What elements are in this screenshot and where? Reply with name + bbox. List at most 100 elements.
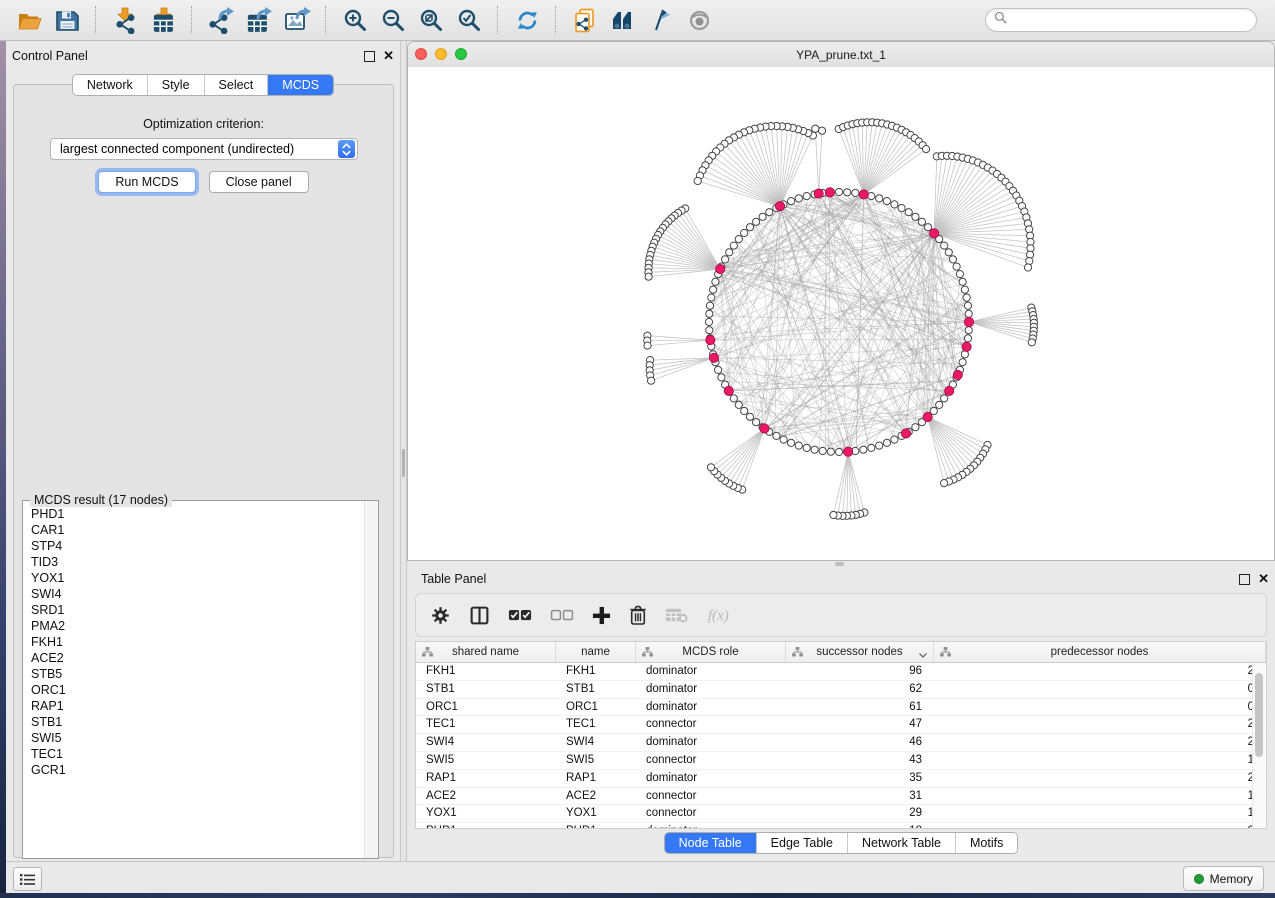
mcds-hub-node[interactable]: [859, 190, 868, 199]
table-cell[interactable]: 1: [934, 805, 1266, 822]
tab-style[interactable]: Style: [147, 75, 204, 95]
add-icon[interactable]: [592, 602, 611, 628]
gear-icon[interactable]: [430, 602, 451, 628]
table-cell[interactable]: SWI5: [416, 752, 556, 769]
table-cell[interactable]: 1: [934, 752, 1266, 769]
mcds-result-item[interactable]: TEC1: [31, 746, 364, 762]
new-network-snapshot-icon[interactable]: [566, 3, 604, 37]
show-all-icon[interactable]: [680, 3, 718, 37]
tab-mcds[interactable]: MCDS: [267, 75, 333, 95]
network-graph[interactable]: [408, 67, 1274, 561]
column-header-shared-name[interactable]: shared name: [416, 642, 556, 662]
table-cell[interactable]: 0: [934, 823, 1266, 829]
table-cell[interactable]: 35: [786, 770, 934, 787]
table-row[interactable]: YOX1YOX1connector291: [416, 805, 1266, 823]
table-cell[interactable]: PHD1: [416, 823, 556, 829]
export-table-icon[interactable]: [240, 3, 278, 37]
tab-select[interactable]: Select: [204, 75, 268, 95]
table-cell[interactable]: YOX1: [416, 805, 556, 822]
optimization-criterion-select[interactable]: largest connected component (undirected): [50, 138, 358, 160]
mcds-hub-node[interactable]: [775, 202, 784, 211]
table-cell[interactable]: ORC1: [556, 699, 636, 716]
mcds-hub-node[interactable]: [962, 342, 971, 351]
mcds-result-item[interactable]: GCR1: [31, 762, 364, 778]
mcds-result-scrollbar[interactable]: [364, 501, 378, 858]
folder-open-icon[interactable]: [10, 3, 48, 37]
table-cell[interactable]: TEC1: [416, 716, 556, 733]
table-row[interactable]: STB1STB1dominator620: [416, 681, 1266, 699]
table-cell[interactable]: SWI4: [416, 734, 556, 751]
save-icon[interactable]: [48, 3, 86, 37]
table-cell[interactable]: 96: [786, 663, 934, 680]
table-cell[interactable]: 0: [934, 699, 1266, 716]
column-header-successor-nodes[interactable]: successor nodes: [786, 642, 934, 662]
column-header-predecessor-nodes[interactable]: predecessor nodes: [934, 642, 1266, 662]
table-cell[interactable]: SWI4: [556, 734, 636, 751]
table-cell[interactable]: 2: [934, 663, 1266, 680]
window-minimize-icon[interactable]: [435, 48, 447, 60]
node-table-header[interactable]: shared namenameMCDS rolesuccessor nodesp…: [416, 642, 1266, 663]
table-cell[interactable]: 43: [786, 752, 934, 769]
zoom-fit-icon[interactable]: [412, 3, 450, 37]
table-cell[interactable]: 2: [934, 770, 1266, 787]
table-cell[interactable]: 47: [786, 716, 934, 733]
deselect-all-icon[interactable]: [550, 602, 574, 628]
table-row[interactable]: SWI5SWI5connector431: [416, 752, 1266, 770]
zoom-in-icon[interactable]: [336, 3, 374, 37]
zoom-selected-icon[interactable]: [450, 3, 488, 37]
table-cell[interactable]: 18: [786, 823, 934, 829]
node-table-body[interactable]: FKH1FKH1dominator962STB1STB1dominator620…: [416, 663, 1266, 829]
table-cell[interactable]: ACE2: [556, 788, 636, 805]
mcds-hub-node[interactable]: [945, 386, 954, 395]
table-cell[interactable]: YOX1: [556, 805, 636, 822]
table-cell[interactable]: dominator: [636, 699, 786, 716]
mcds-hub-node[interactable]: [964, 317, 973, 326]
mcds-result-item[interactable]: STB1: [31, 714, 364, 730]
tab-node-table[interactable]: Node Table: [665, 833, 756, 853]
table-cell[interactable]: connector: [636, 716, 786, 733]
table-scrollbar[interactable]: [1252, 663, 1265, 829]
tab-network[interactable]: Network: [73, 75, 147, 95]
mcds-hub-node[interactable]: [953, 370, 962, 379]
mcds-result-item[interactable]: PMA2: [31, 618, 364, 634]
column-header-MCDS-role[interactable]: MCDS role: [636, 642, 786, 662]
table-row[interactable]: ACE2ACE2connector311: [416, 788, 1266, 806]
vertical-splitter[interactable]: [400, 41, 407, 861]
mcds-hub-node[interactable]: [825, 188, 834, 197]
mcds-result-list[interactable]: PHD1CAR1STP4TID3YOX1SWI4SRD1PMA2FKH1ACE2…: [24, 506, 364, 857]
scrollbar-thumb[interactable]: [1255, 673, 1263, 757]
table-cell[interactable]: dominator: [636, 823, 786, 829]
table-cell[interactable]: FKH1: [556, 663, 636, 680]
table-cell[interactable]: connector: [636, 788, 786, 805]
node-table[interactable]: shared namenameMCDS rolesuccessor nodesp…: [415, 641, 1267, 829]
table-cell[interactable]: 29: [786, 805, 934, 822]
table-cell[interactable]: PHD1: [556, 823, 636, 829]
hide-selected-icon[interactable]: [642, 3, 680, 37]
mcds-result-item[interactable]: SWI5: [31, 730, 364, 746]
table-cell[interactable]: 1: [934, 788, 1266, 805]
table-cell[interactable]: FKH1: [416, 663, 556, 680]
table-cell[interactable]: 61: [786, 699, 934, 716]
table-row[interactable]: RAP1RAP1dominator352: [416, 770, 1266, 788]
mcds-hub-node[interactable]: [706, 336, 715, 345]
table-cell[interactable]: 62: [786, 681, 934, 698]
mcds-result-item[interactable]: SWI4: [31, 586, 364, 602]
column-header-name[interactable]: name: [556, 642, 636, 662]
table-cell[interactable]: ORC1: [416, 699, 556, 716]
mcds-result-item[interactable]: SRD1: [31, 602, 364, 618]
table-cell[interactable]: 2: [934, 716, 1266, 733]
table-cell[interactable]: connector: [636, 805, 786, 822]
table-cell[interactable]: 0: [934, 681, 1266, 698]
import-network-icon[interactable]: [106, 3, 144, 37]
table-cell[interactable]: STB1: [556, 681, 636, 698]
mcds-hub-node[interactable]: [716, 265, 725, 274]
first-neighbors-icon[interactable]: [604, 3, 642, 37]
mcds-hub-node[interactable]: [724, 386, 733, 395]
search-input[interactable]: [1011, 12, 1256, 28]
mcds-result-item[interactable]: ACE2: [31, 650, 364, 666]
table-cell[interactable]: 31: [786, 788, 934, 805]
tab-network-table[interactable]: Network Table: [847, 833, 955, 853]
table-row[interactable]: SWI4SWI4dominator462: [416, 734, 1266, 752]
close-panel-icon[interactable]: ✕: [383, 51, 394, 61]
close-panel-icon[interactable]: ✕: [1258, 574, 1269, 584]
